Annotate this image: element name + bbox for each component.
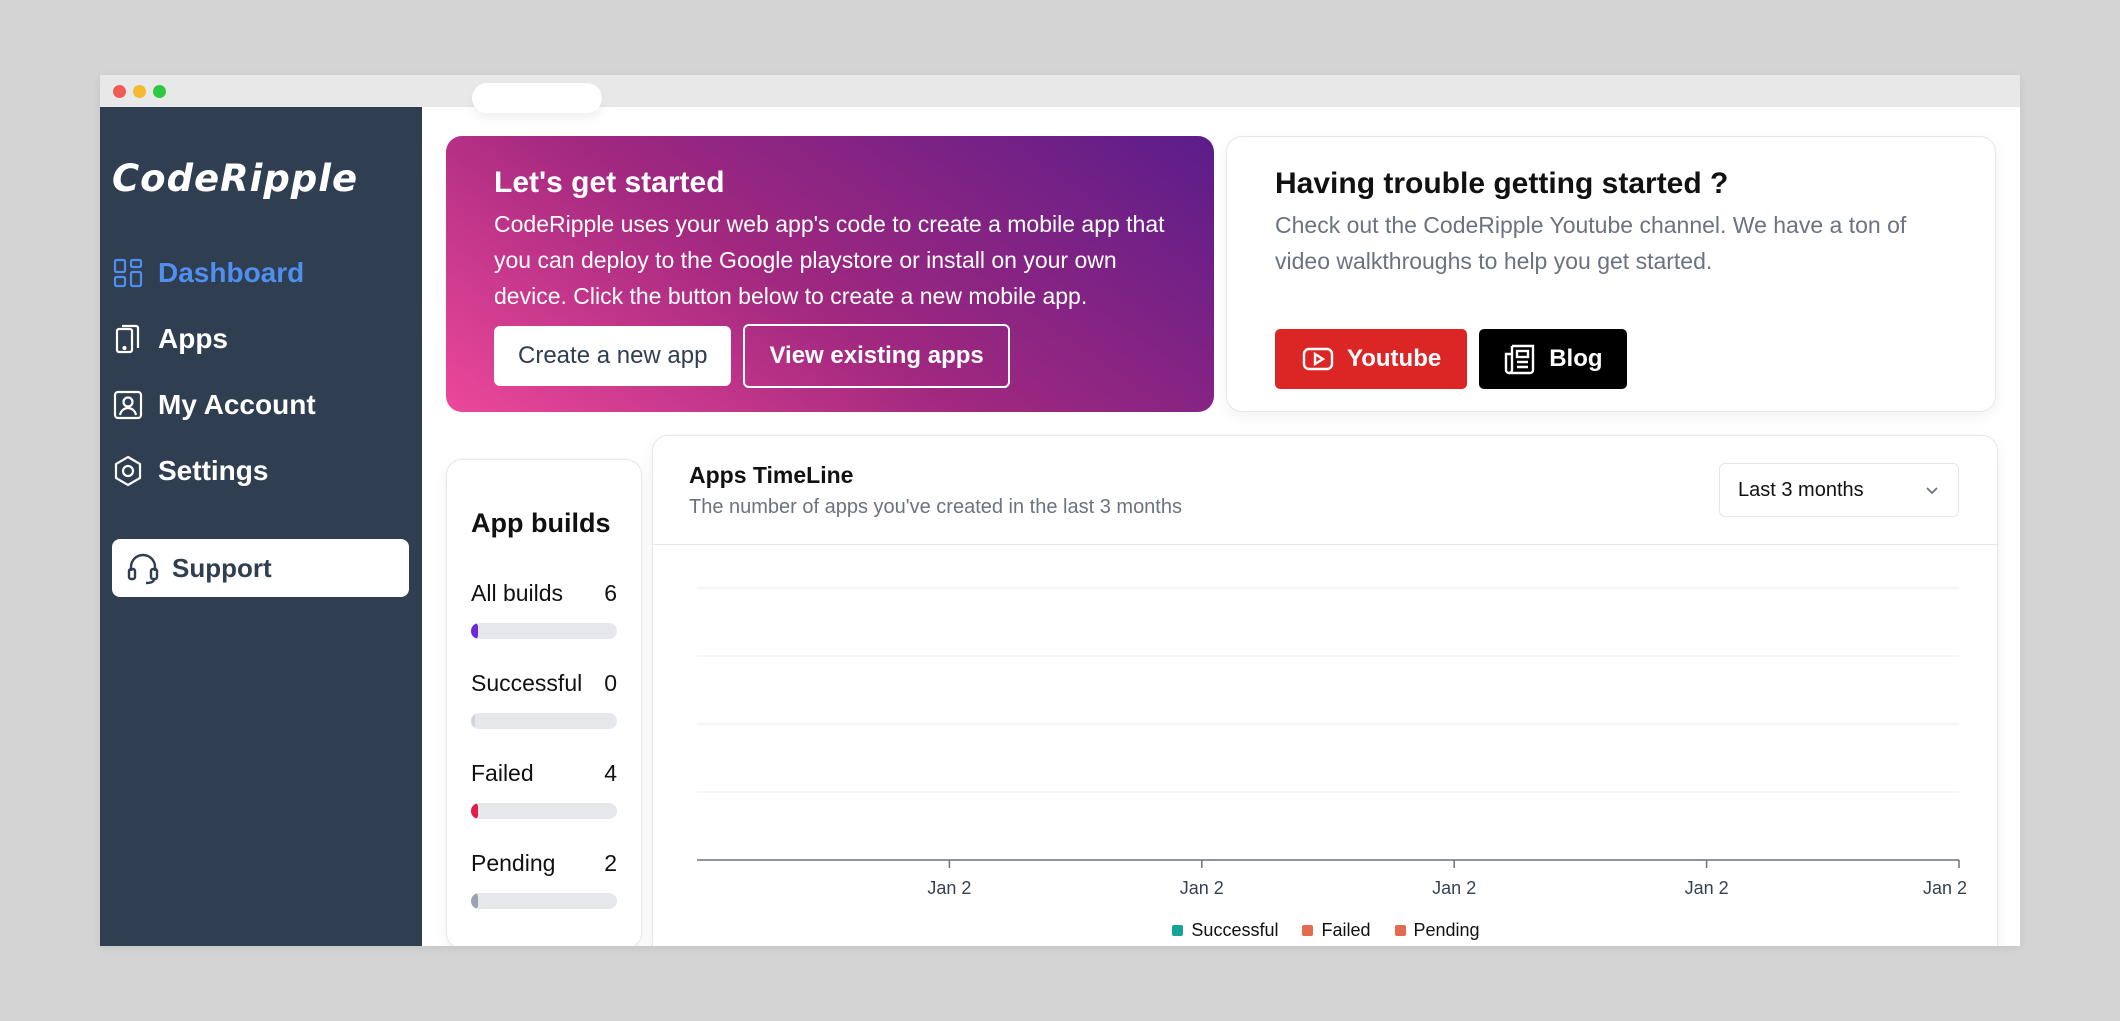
build-stat-count: 6 [604,580,617,606]
create-new-app-button[interactable]: Create a new app [494,326,732,386]
sidebar-item-label: My Account [158,389,316,420]
window-titlebar [100,75,2020,107]
progress-track [471,803,617,819]
time-range-select[interactable]: Last 3 months [1719,463,1959,517]
progress-fill [471,803,479,819]
progress-fill [471,893,479,909]
progress-fill [471,623,479,639]
dashboard-icon [113,258,143,288]
get-started-text: CodeRipple uses your web app's code to c… [494,211,1165,309]
chevron-down-icon [1926,487,1938,495]
time-range-value: Last 3 months [1738,478,1864,501]
chart-legend: Successful Failed Pending [653,920,1999,941]
build-stat-count: 4 [604,760,617,786]
build-stat-label: Pending [471,850,556,876]
maximize-window-button[interactable] [153,85,166,98]
timeline-subtitle: The number of apps you've created in the… [689,496,1182,518]
progress-track [471,623,617,639]
sidebar-item-dashboard[interactable]: Dashboard [112,251,304,295]
sidebar-item-settings[interactable]: Settings [112,449,268,493]
get-started-title: Let's get started [494,166,725,199]
app-builds-card: App builds All builds 6 Successful 0 Fai… [446,459,642,946]
get-started-card: Let's get started CodeRipple uses your w… [446,136,1214,412]
phone-icon [115,324,140,354]
timeline-title: Apps TimeLine [689,462,854,488]
top-decoration [472,83,602,113]
apps-timeline-card: Apps TimeLine The number of apps you've … [652,435,1999,946]
progress-track [471,713,617,729]
build-stat-label: Successful [471,670,583,696]
build-stat-failed: Failed 4 [471,760,617,819]
newspaper-icon [1505,344,1535,375]
legend-swatch [1172,925,1184,936]
legend-item[interactable]: Pending [1394,920,1480,941]
build-stat-count: 0 [604,670,617,696]
legend-item[interactable]: Failed [1302,920,1371,941]
build-stat-pending: Pending 2 [471,850,617,909]
build-stat-all: All builds 6 [471,580,617,639]
youtube-icon [1302,347,1334,371]
headset-icon [127,553,159,585]
timeline-chart: Jan 2 Jan 2 Jan 2 Jan 2 Jan 2 [697,587,1967,898]
close-window-button[interactable] [113,85,126,98]
build-stat-successful: Successful 0 [471,670,617,729]
support-label: Support [172,552,272,583]
blog-label: Blog [1549,345,1603,372]
support-button[interactable]: Support [112,539,409,597]
legend-swatch [1394,925,1406,936]
progress-track [471,893,617,909]
browser-window: CodeRipple Dashboard Apps My Account Set… [100,75,2020,946]
sidebar-item-apps[interactable]: Apps [112,317,228,361]
legend-label: Pending [1413,920,1480,940]
help-card: Having trouble getting started ? Check o… [1226,136,1996,412]
x-tick-label: Jan 2 [1923,878,1967,898]
view-existing-apps-button[interactable]: View existing apps [743,324,1010,388]
sidebar-item-my-account[interactable]: My Account [112,383,316,427]
blog-button[interactable]: Blog [1479,329,1627,389]
x-tick-label: Jan 2 [927,878,971,898]
sidebar-item-label: Dashboard [158,257,305,288]
app-logo[interactable]: CodeRipple [112,157,358,200]
app-builds-title: App builds [471,508,611,538]
sidebar-item-label: Apps [158,323,228,354]
account-icon [113,390,143,420]
build-stat-label: Failed [471,760,534,786]
x-tick-label: Jan 2 [1180,878,1224,898]
build-stat-count: 2 [604,850,617,876]
build-stat-label: All builds [471,580,564,606]
youtube-button[interactable]: Youtube [1275,329,1468,389]
progress-fill [471,713,476,729]
help-title: Having trouble getting started ? [1275,167,1729,200]
sidebar: CodeRipple Dashboard Apps My Account Set… [100,107,422,946]
legend-swatch [1302,925,1314,936]
sidebar-item-label: Settings [158,455,269,486]
help-text: Check out the CodeRipple Youtube channel… [1275,212,1907,274]
x-tick-label: Jan 2 [1432,878,1476,898]
main-content: Let's get started CodeRipple uses your w… [422,83,2020,946]
settings-icon [114,455,142,487]
youtube-label: Youtube [1347,345,1442,372]
legend-label: Successful [1191,920,1279,940]
minimize-window-button[interactable] [133,85,146,98]
legend-label: Failed [1321,920,1371,940]
x-tick-label: Jan 2 [1685,878,1729,898]
legend-item[interactable]: Successful [1172,920,1278,941]
